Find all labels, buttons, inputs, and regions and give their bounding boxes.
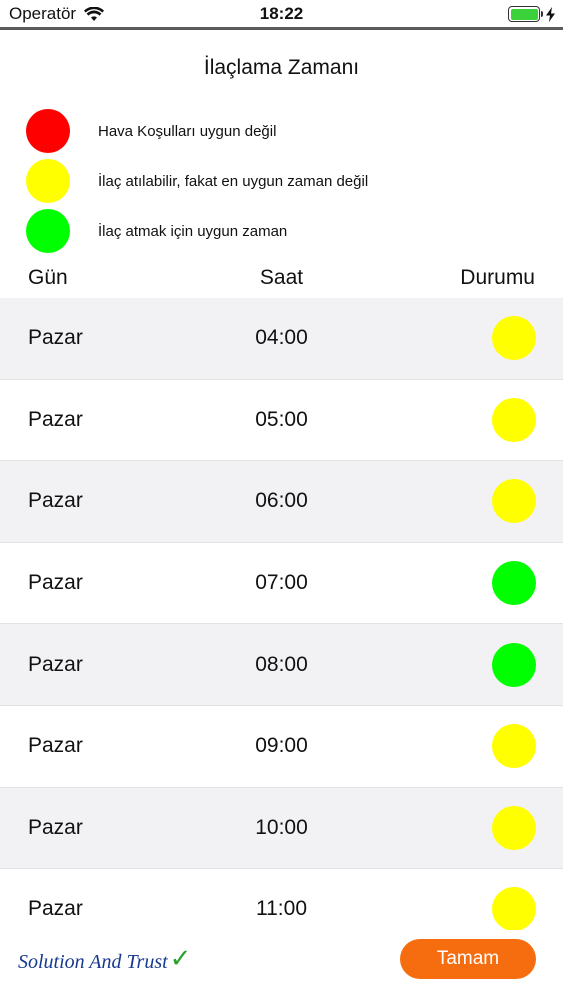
- row-time: 10:00: [255, 815, 308, 839]
- logo-text: Solution And Trust: [18, 951, 168, 973]
- battery-icon: [508, 6, 543, 22]
- status-dot-icon: [492, 805, 536, 850]
- check-leaf-icon: ✓: [169, 944, 192, 973]
- table-row[interactable]: Pazar 09:00: [0, 706, 563, 788]
- red-status-dot-icon: [26, 109, 70, 153]
- row-time: 06:00: [255, 489, 308, 513]
- status-dot-icon: [492, 479, 536, 524]
- company-logo: Solution And Trust ✓: [18, 944, 191, 974]
- status-dot-icon: [492, 642, 536, 687]
- row-time: 05:00: [255, 407, 308, 431]
- legend-item-acceptable: İlaç atılabilir, fakat en uygun zaman de…: [26, 159, 368, 203]
- schedule-table[interactable]: Pazar 04:00 Pazar 05:00 Pazar 06:00 Paza…: [0, 298, 563, 951]
- table-row[interactable]: Pazar 05:00: [0, 380, 563, 462]
- green-status-dot-icon: [26, 209, 70, 253]
- ok-button[interactable]: Tamam: [400, 939, 536, 979]
- table-row[interactable]: Pazar 10:00: [0, 787, 563, 870]
- charging-bolt-icon: [546, 6, 555, 22]
- battery-level: [510, 8, 538, 20]
- footer: Solution And Trust ✓ Tamam: [0, 930, 563, 1000]
- status-right: [508, 6, 555, 22]
- status-bar: Operatör 18:22: [0, 0, 563, 30]
- table-row[interactable]: Pazar 08:00: [0, 624, 563, 706]
- clock: 18:22: [259, 4, 304, 23]
- legend-label: İlaç atmak için uygun zaman: [98, 222, 288, 240]
- legend-item-unsuitable: Hava Koşulları uygun değil: [26, 109, 276, 153]
- row-time: 07:00: [255, 571, 308, 595]
- legend-item-suitable: İlaç atmak için uygun zaman: [26, 209, 287, 253]
- table-row[interactable]: Pazar 06:00: [0, 461, 563, 543]
- yellow-status-dot-icon: [26, 159, 70, 203]
- row-time: 09:00: [255, 734, 308, 758]
- table-row[interactable]: Pazar 07:00: [0, 543, 563, 625]
- status-dot-icon: [492, 316, 536, 361]
- row-time: 08:00: [255, 652, 308, 676]
- legend-label: İlaç atılabilir, fakat en uygun zaman de…: [98, 172, 369, 190]
- page-title: İlaçlama Zamanı: [203, 56, 360, 79]
- row-time: 04:00: [255, 326, 308, 350]
- table-row[interactable]: Pazar 04:00: [0, 298, 563, 380]
- table-header: Gün Saat Durumu: [0, 266, 563, 296]
- status-dot-icon: [492, 561, 536, 606]
- column-header-status: Durumu: [460, 266, 535, 289]
- row-time: 11:00: [256, 897, 307, 921]
- legend-label: Hava Koşulları uygun değil: [98, 122, 277, 140]
- status-dot-icon: [492, 397, 536, 442]
- status-dot-icon: [492, 724, 536, 769]
- status-dot-icon: [492, 887, 536, 932]
